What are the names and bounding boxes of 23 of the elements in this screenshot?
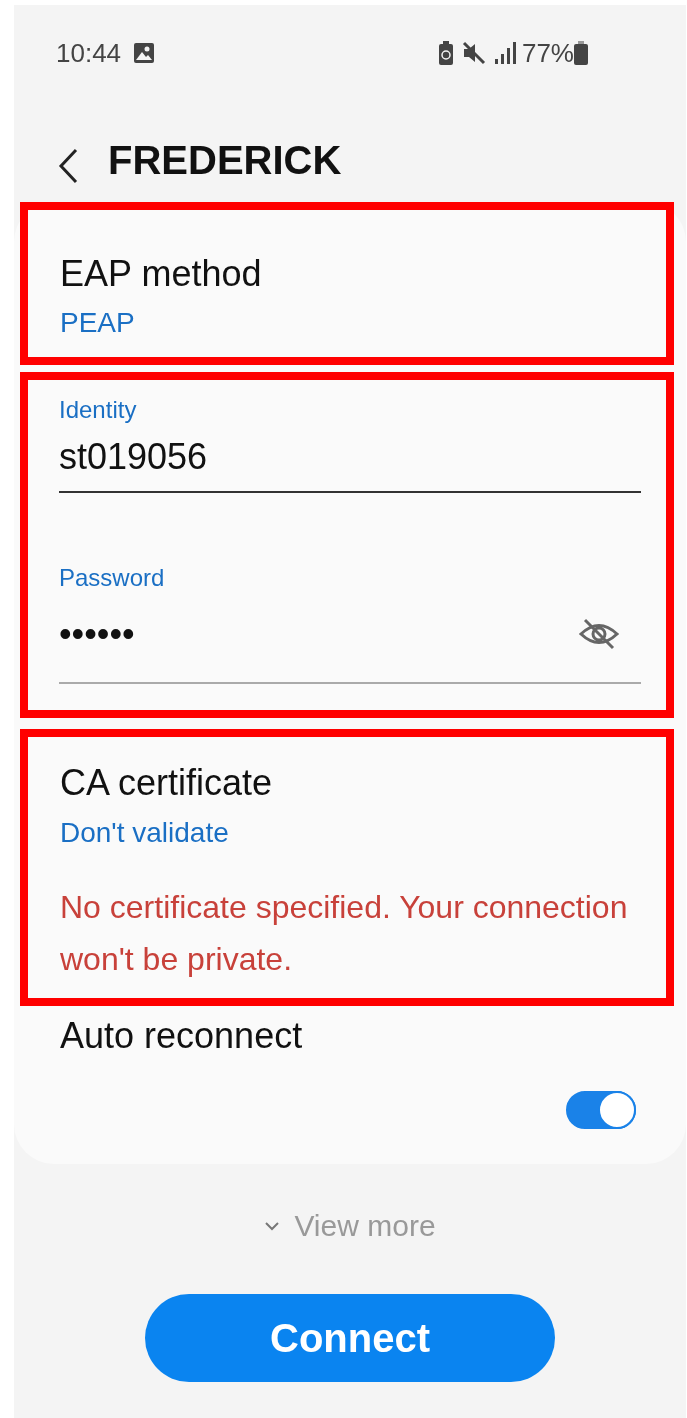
chevron-down-icon: [264, 1221, 281, 1231]
battery-saver-icon: [437, 41, 454, 65]
signal-icon: [493, 42, 516, 64]
field-label: Identity: [59, 395, 138, 425]
setting-label: Auto reconnect: [60, 1014, 304, 1058]
page-title: FREDERICK: [108, 137, 342, 184]
mute-icon: [461, 41, 486, 65]
setting-label: EAP method: [60, 252, 263, 296]
field-label: Password: [59, 563, 166, 593]
connect-button[interactable]: Connect: [145, 1294, 555, 1382]
setting-label: CA certificate: [60, 761, 274, 805]
back-icon[interactable]: [58, 148, 78, 184]
input-field[interactable]: ••••••: [59, 612, 641, 684]
image-icon: [133, 42, 156, 64]
setting-value: Don't validate: [60, 816, 230, 850]
warning-text: No certificate specified. Your connection won't be private.: [60, 888, 629, 979]
battery-percent: 77%: [521, 37, 574, 69]
input-field[interactable]: st019056: [59, 435, 641, 493]
setting-value: PEAP: [60, 306, 136, 340]
clock-time: 10:44: [56, 37, 122, 69]
eye-off-icon[interactable]: [579, 617, 619, 651]
battery-icon: [574, 41, 588, 65]
toggle-switch[interactable]: [566, 1091, 636, 1129]
